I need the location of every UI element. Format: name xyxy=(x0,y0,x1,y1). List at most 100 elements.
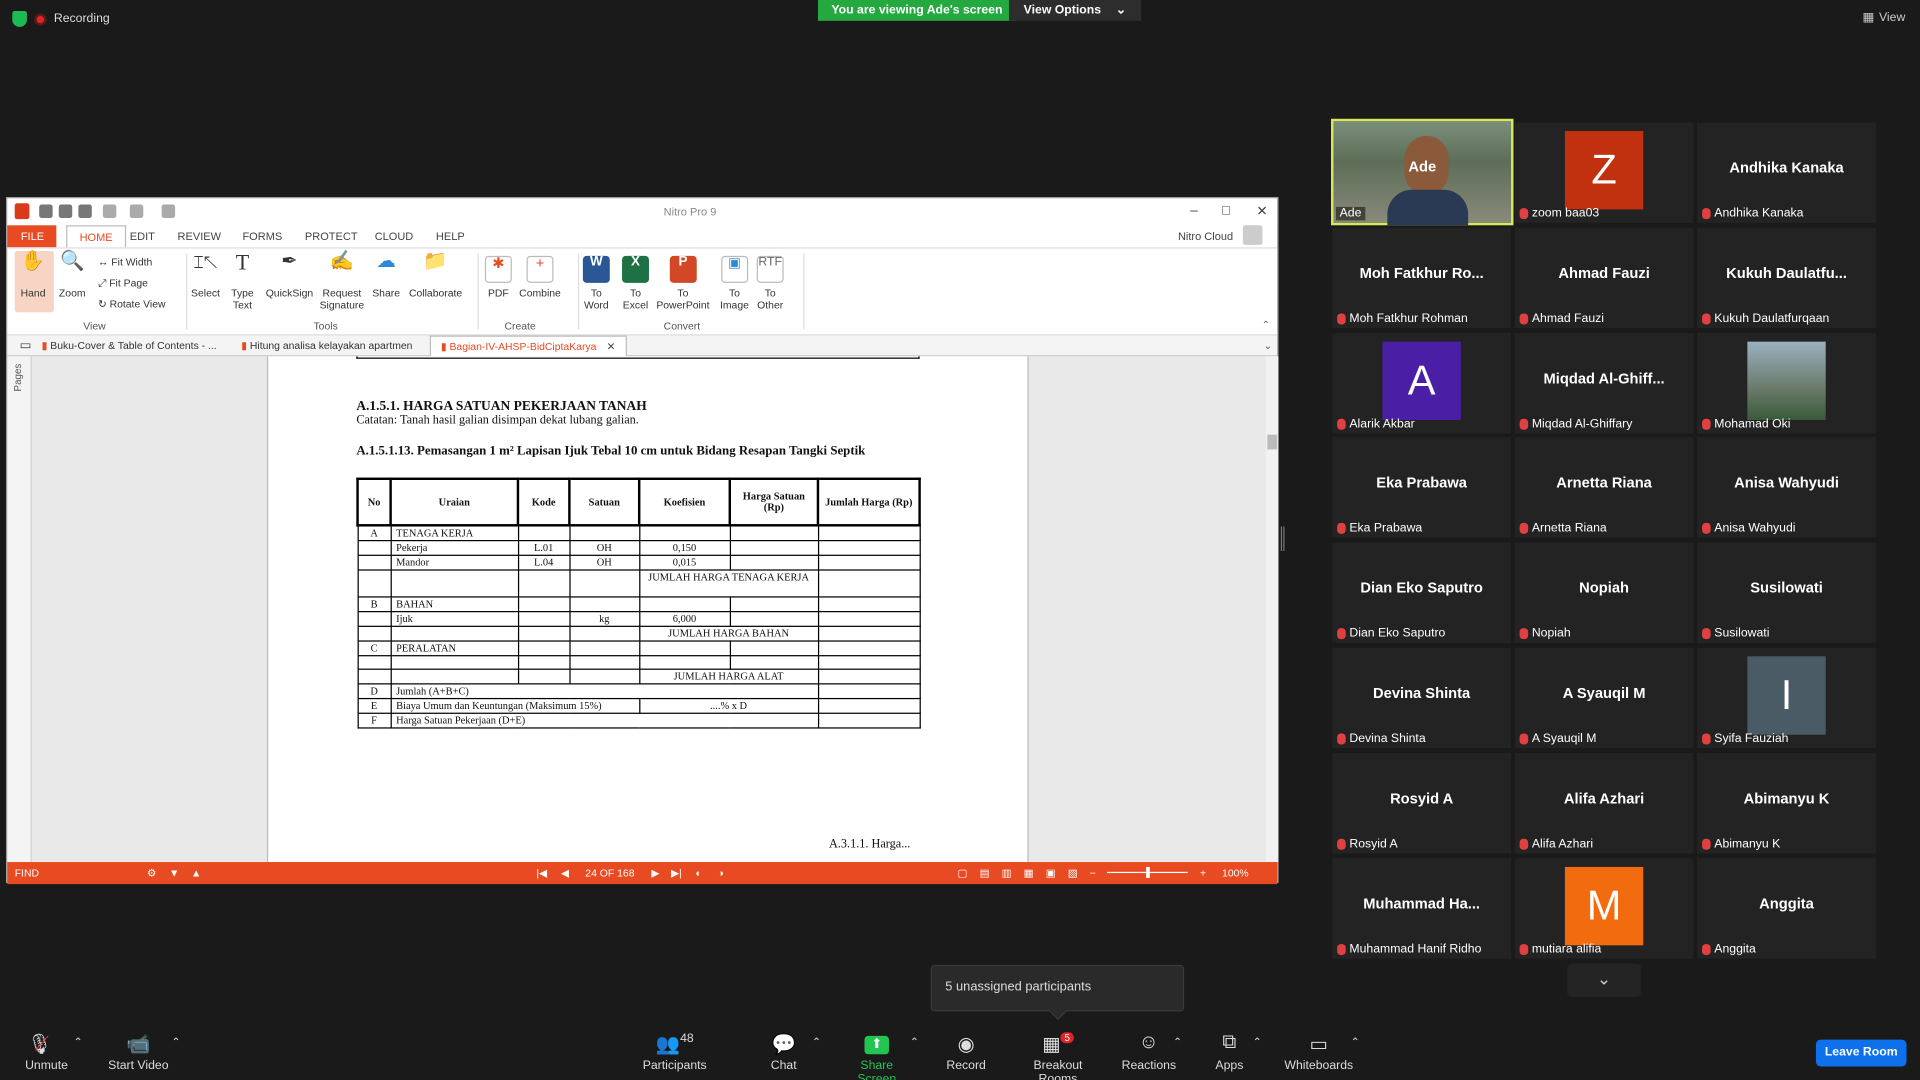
chat-button[interactable]: 💬 Chat xyxy=(764,1032,803,1073)
select-button[interactable]: ⌶↖ Select xyxy=(191,253,220,298)
menu-edit[interactable]: EDIT xyxy=(130,230,155,242)
settings-gear-icon[interactable]: ⚙ xyxy=(147,867,156,880)
record-button[interactable]: ◉ Record xyxy=(945,1032,987,1073)
participant-tile[interactable]: Miqdad Al-Ghiff... Miqdad Al-Ghiffary xyxy=(1514,332,1694,433)
participant-tile[interactable]: Abimanyu K Abimanyu K xyxy=(1697,752,1876,854)
participant-tile[interactable]: Devina Shinta Devina Shinta xyxy=(1332,647,1512,749)
participant-tile[interactable]: Mmutiara alifia xyxy=(1514,857,1694,959)
participant-tile[interactable]: Anisa Wahyudi Anisa Wahyudi xyxy=(1697,437,1876,539)
to-other-button[interactable]: RTF To Other xyxy=(756,255,784,311)
back-view-icon[interactable]: ◐ xyxy=(696,867,702,879)
zoom-out-icon[interactable]: − xyxy=(1090,867,1096,879)
active-speaker-tile[interactable]: Ade Ade xyxy=(1331,118,1514,226)
menu-help[interactable]: HELP xyxy=(436,230,465,242)
reactions-button[interactable]: ☺ Reactions xyxy=(1122,1032,1176,1072)
participant-tile[interactable]: A Alarik Akbar xyxy=(1332,332,1512,433)
save-icon[interactable] xyxy=(58,204,73,218)
participant-tile[interactable]: I Syifa Fauziah xyxy=(1697,647,1876,749)
participant-tile[interactable]: Muhammad Ha... Muhammad Hanif Ridho xyxy=(1332,857,1512,959)
zoom-slider-thumb[interactable] xyxy=(1146,866,1150,878)
whiteboards-button[interactable]: ▭ Whiteboards xyxy=(1282,1032,1355,1073)
open-icon[interactable] xyxy=(39,204,53,218)
to-excel-button[interactable]: X To Excel xyxy=(622,255,649,311)
tabs-dropdown-icon[interactable]: ⌄ xyxy=(1264,339,1273,352)
share-screen-button[interactable]: ⬆ Share Screen xyxy=(840,1032,913,1080)
participant-tile[interactable]: Ahmad Fauzi Ahmad Fauzi xyxy=(1514,227,1694,328)
first-page-icon[interactable]: |◀ xyxy=(536,867,547,880)
security-shield-icon[interactable] xyxy=(12,11,27,27)
facing-continuous-icon[interactable]: ▦ xyxy=(1024,867,1034,880)
participant-tile[interactable]: Andhika Kanaka Andhika Kanaka xyxy=(1697,122,1876,223)
to-word-button[interactable]: W To Word xyxy=(582,255,610,311)
combine-button[interactable]: + Combine xyxy=(519,256,561,299)
pdf-button[interactable]: ✱ PDF xyxy=(484,256,512,299)
unassigned-participants-popup[interactable]: 5 unassigned participants xyxy=(930,964,1185,1021)
split-handle[interactable] xyxy=(1280,526,1285,552)
whiteboards-options-chevron-icon[interactable]: ⌃ xyxy=(1351,1036,1360,1049)
participant-tile[interactable]: Susilowati Susilowati xyxy=(1697,542,1876,644)
share-button[interactable]: ☁ Share xyxy=(372,252,400,299)
collapse-ribbon-icon[interactable]: ⌃ xyxy=(1262,320,1270,331)
chat-options-chevron-icon[interactable]: ⌃ xyxy=(812,1036,821,1049)
start-video-button[interactable]: 📹 Start Video xyxy=(105,1032,171,1073)
participant-tile[interactable]: Moh Fatkhur Ro... Moh Fatkhur Rohman xyxy=(1332,227,1512,328)
pages-panel[interactable]: Pages xyxy=(7,356,32,863)
participant-tile[interactable]: Alifa Azhari Alifa Azhari xyxy=(1514,752,1694,854)
tab-buku-cover[interactable]: ▮ Buku-Cover & Table of Contents - ... xyxy=(32,336,227,357)
type-text-button[interactable]: T Type Text xyxy=(229,251,256,311)
reactions-options-chevron-icon[interactable]: ⌃ xyxy=(1173,1036,1182,1049)
share-options-chevron-icon[interactable]: ⌃ xyxy=(910,1036,919,1049)
vertical-scrollbar[interactable] xyxy=(1266,356,1279,863)
fit-page-button[interactable]: ⤢ Fit Page xyxy=(98,277,148,289)
participant-tile[interactable]: Mohamad Oki xyxy=(1697,332,1876,433)
maximize-icon[interactable]: □ xyxy=(1222,203,1230,218)
zoom-button[interactable]: 🔍 Zoom xyxy=(59,252,86,299)
participants-button[interactable]: 👥48 Participants xyxy=(640,1032,709,1072)
next-page-icon[interactable]: ▶ xyxy=(651,867,659,880)
last-page-icon[interactable]: ▶| xyxy=(671,867,682,880)
zoom-in-icon[interactable]: + xyxy=(1200,867,1206,879)
minimize-icon[interactable]: – xyxy=(1190,203,1198,218)
close-icon[interactable]: ✕ xyxy=(1256,203,1267,219)
page-indicator[interactable]: 24 OF 168 xyxy=(585,867,634,879)
nitro-cloud-link[interactable]: Nitro Cloud xyxy=(1178,230,1233,242)
collaborate-button[interactable]: 📁 Collaborate xyxy=(409,252,462,299)
unmute-button[interactable]: 🎙⟋ Unmute xyxy=(22,1032,71,1073)
menu-home[interactable]: HOME xyxy=(66,225,127,248)
participant-tile[interactable]: Rosyid A Rosyid A xyxy=(1332,752,1512,854)
request-signature-button[interactable]: ✍ Request Signature xyxy=(320,252,365,311)
scroll-thumb[interactable] xyxy=(1267,434,1278,450)
participant-tile[interactable]: A Syauqil M A Syauqil M xyxy=(1514,647,1694,749)
facing-page-icon[interactable]: ▥ xyxy=(1002,867,1012,880)
apps-options-chevron-icon[interactable]: ⌃ xyxy=(1253,1036,1262,1049)
participant-tile[interactable]: Nopiah Nopiah xyxy=(1514,542,1694,644)
menu-cloud[interactable]: CLOUD xyxy=(375,230,414,242)
audio-options-chevron-icon[interactable]: ⌃ xyxy=(73,1036,82,1049)
menu-forms[interactable]: FORMS xyxy=(242,230,282,242)
zoom-level[interactable]: 100% xyxy=(1222,867,1249,879)
tabs-menu-icon[interactable]: ▭ xyxy=(10,336,32,357)
menu-file[interactable]: FILE xyxy=(7,225,57,248)
document-canvas[interactable]: A.1.5.1. HARGA SATUAN PEKERJAAN TANAH Ca… xyxy=(31,356,1267,863)
view-options-button[interactable]: View Options ⌄ xyxy=(1008,0,1141,21)
hand-button[interactable]: ✋ Hand xyxy=(19,252,47,299)
tab-hitung-analisa[interactable]: ▮ Hitung analisa kelayakan apartmen xyxy=(231,336,422,357)
previous-page-icon[interactable]: ◀ xyxy=(561,867,569,880)
find-next-icon[interactable]: ▼ xyxy=(169,867,179,879)
continuous-page-icon[interactable]: ▤ xyxy=(980,867,990,880)
participant-tile[interactable]: Zzoom baa03 xyxy=(1514,122,1694,223)
select-tool-icon[interactable] xyxy=(161,204,176,218)
rotate-view-button[interactable]: ↻ Rotate View xyxy=(98,298,166,310)
split-icon[interactable]: ▧ xyxy=(1068,867,1078,880)
participant-tile[interactable]: Dian Eko Saputro Dian Eko Saputro xyxy=(1332,542,1512,644)
participant-tile[interactable]: Kukuh Daulatfu... Kukuh Daulatfurqaan xyxy=(1697,227,1876,328)
view-button[interactable]: ▦ View xyxy=(1863,11,1906,24)
menu-review[interactable]: REVIEW xyxy=(178,230,221,242)
quicksign-button[interactable]: ✒ QuickSign xyxy=(266,252,313,299)
full-screen-icon[interactable]: ▣ xyxy=(1046,867,1056,880)
redo-icon[interactable] xyxy=(129,204,144,218)
apps-button[interactable]: ⧉ Apps xyxy=(1212,1032,1246,1072)
find-previous-icon[interactable]: ▲ xyxy=(191,867,201,879)
print-icon[interactable] xyxy=(78,204,92,218)
fit-width-button[interactable]: ↔ Fit Width xyxy=(98,256,152,268)
